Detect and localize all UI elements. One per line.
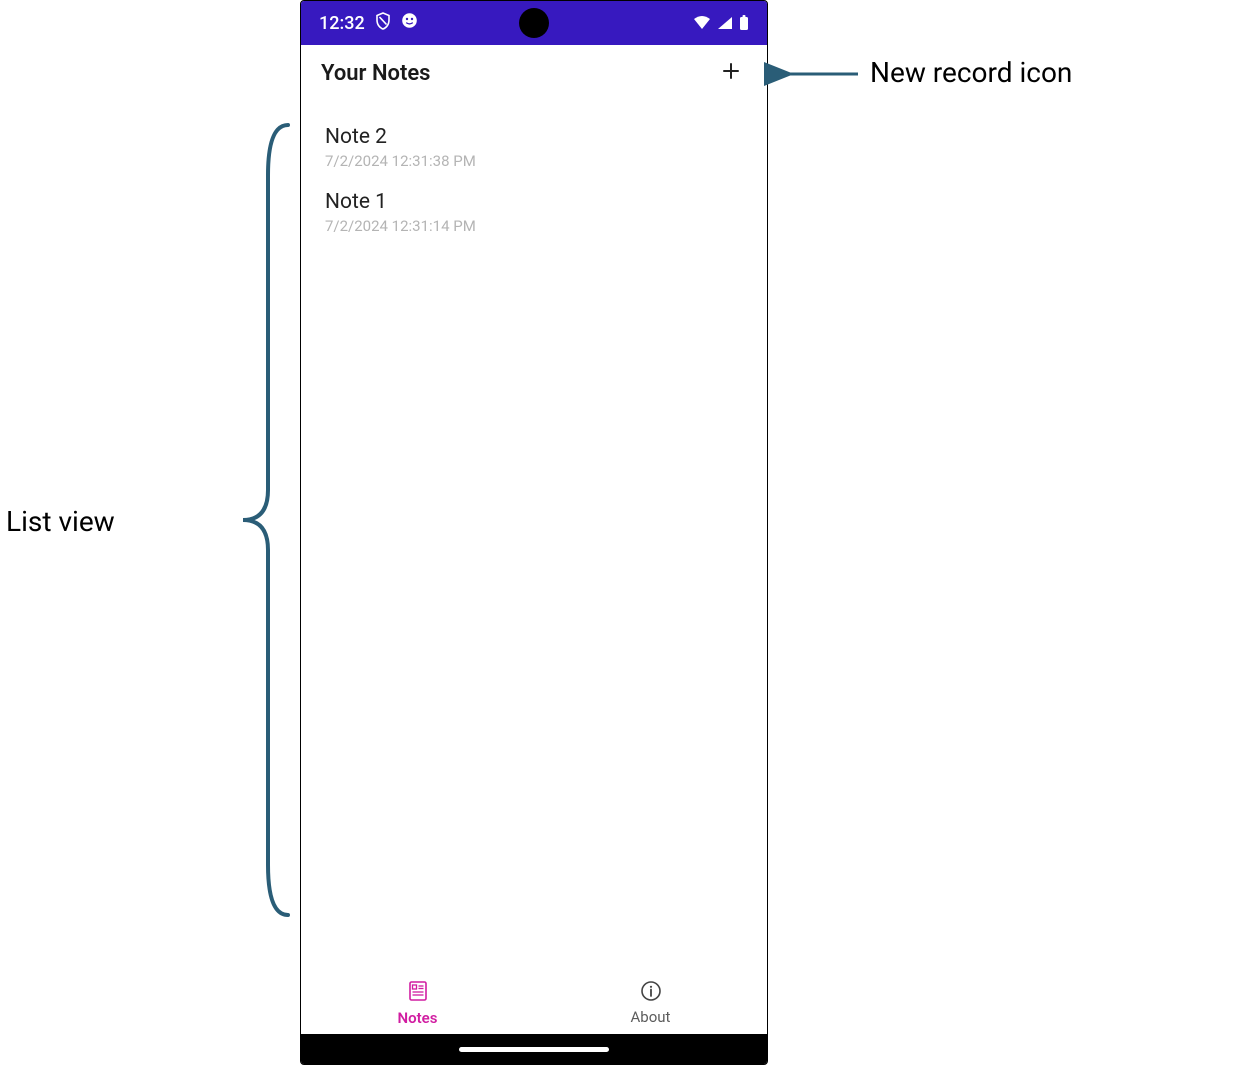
bottom-tab-bar: Notes About bbox=[301, 972, 767, 1034]
shield-icon bbox=[375, 12, 391, 35]
notes-list-view[interactable]: Note 2 7/2/2024 12:31:38 PM Note 1 7/2/2… bbox=[301, 101, 767, 972]
status-bar-right bbox=[693, 15, 749, 31]
tab-label: Notes bbox=[398, 1009, 438, 1027]
status-time: 12:32 bbox=[319, 13, 365, 34]
tab-notes[interactable]: Notes bbox=[301, 972, 534, 1034]
face-icon bbox=[401, 12, 418, 34]
android-nav-bar bbox=[301, 1034, 767, 1064]
cellular-icon bbox=[717, 16, 733, 30]
wifi-icon bbox=[693, 16, 711, 30]
plus-icon bbox=[721, 61, 741, 85]
tab-label: About bbox=[631, 1008, 671, 1026]
list-item[interactable]: Note 1 7/2/2024 12:31:14 PM bbox=[301, 184, 767, 249]
phone-frame: 12:32 Your Notes bbox=[300, 0, 768, 1065]
note-title: Note 1 bbox=[325, 190, 743, 215]
annotation-new-record: New record icon bbox=[870, 56, 1072, 89]
battery-icon bbox=[739, 15, 749, 31]
annotation-arrow bbox=[780, 62, 860, 86]
android-status-bar: 12:32 bbox=[301, 1, 767, 45]
note-title: Note 2 bbox=[325, 125, 743, 150]
camera-cutout bbox=[519, 8, 549, 38]
status-bar-left: 12:32 bbox=[319, 12, 418, 35]
info-icon bbox=[640, 980, 662, 1006]
nav-handle[interactable] bbox=[459, 1047, 609, 1052]
app-toolbar: Your Notes bbox=[301, 45, 767, 101]
add-note-button[interactable] bbox=[715, 57, 747, 89]
page-title: Your Notes bbox=[321, 61, 431, 86]
annotation-list-view: List view bbox=[6, 505, 115, 538]
tab-about[interactable]: About bbox=[534, 972, 767, 1034]
list-item[interactable]: Note 2 7/2/2024 12:31:38 PM bbox=[301, 119, 767, 184]
notes-tab-icon bbox=[406, 979, 430, 1007]
note-timestamp: 7/2/2024 12:31:14 PM bbox=[325, 217, 743, 235]
annotation-brace bbox=[233, 120, 293, 920]
note-timestamp: 7/2/2024 12:31:38 PM bbox=[325, 152, 743, 170]
